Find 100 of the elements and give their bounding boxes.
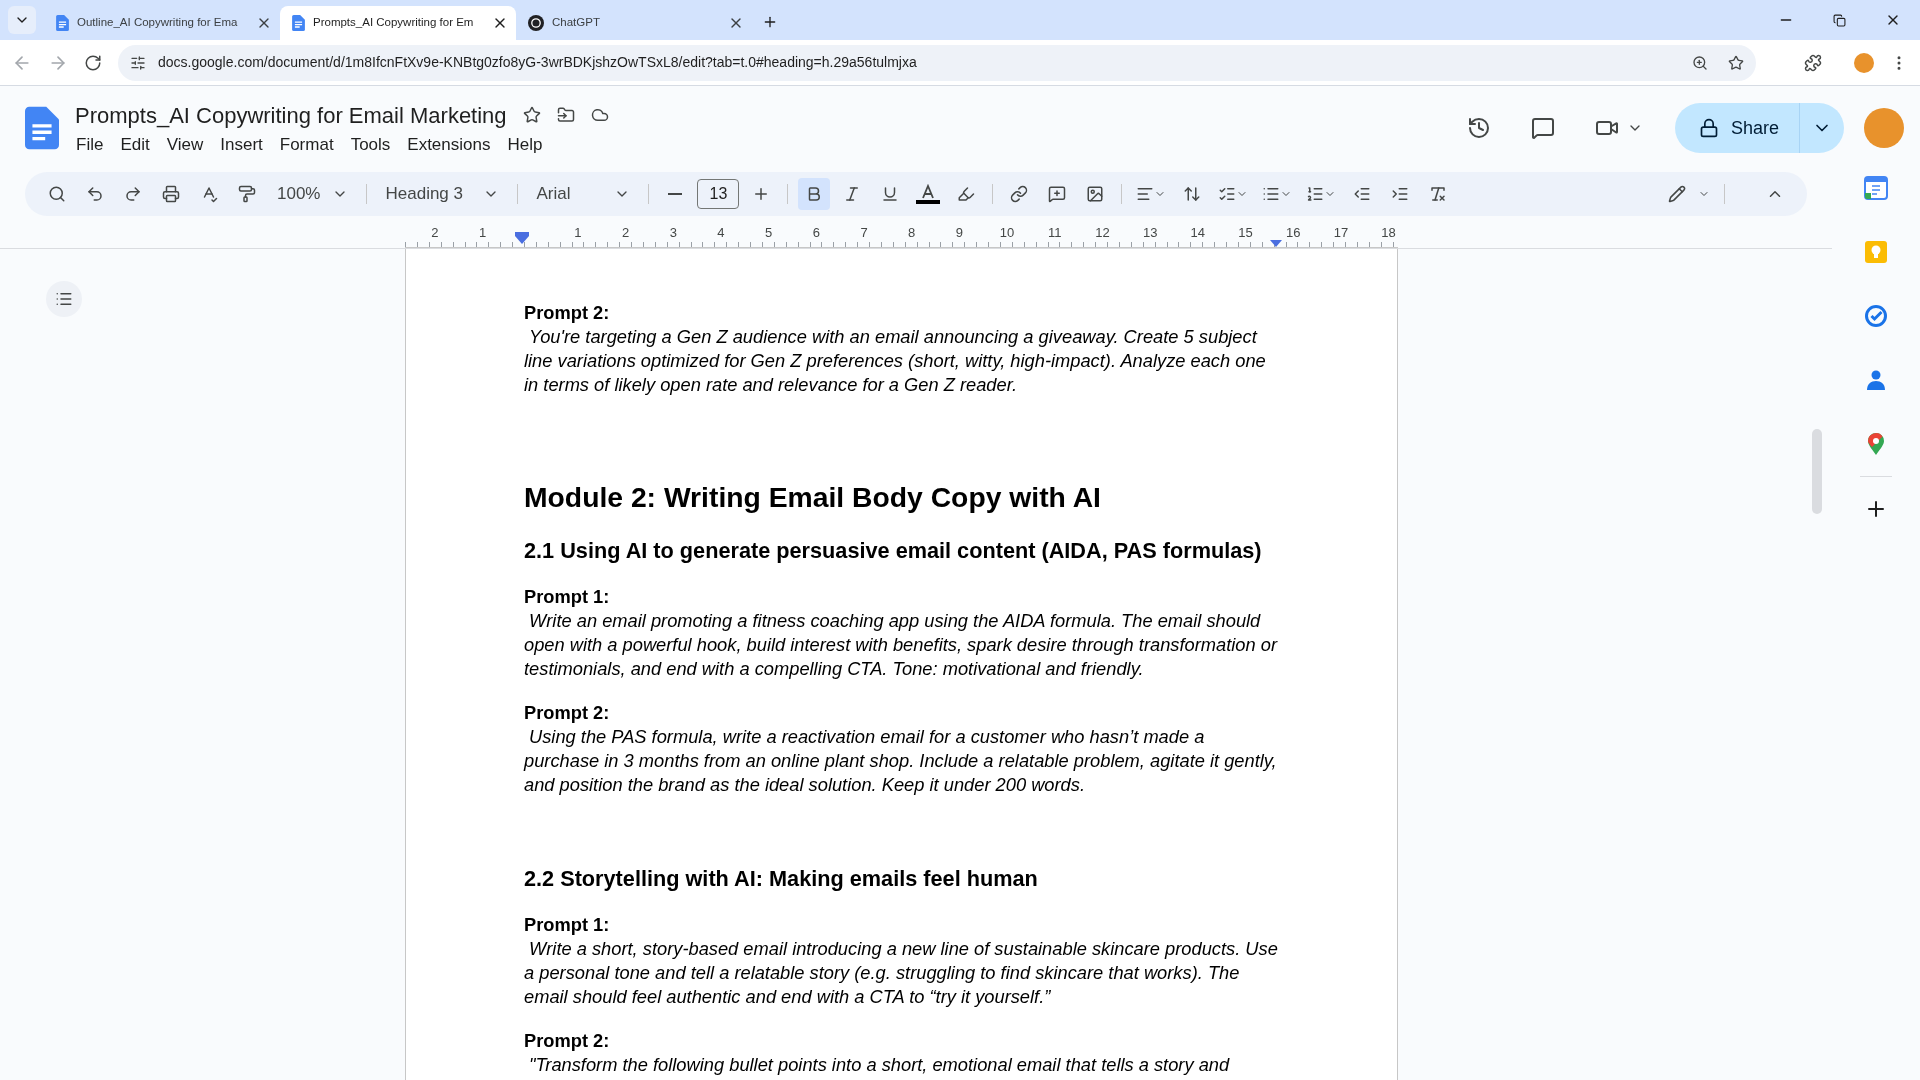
- underline-icon: [881, 185, 900, 203]
- zoom-dropdown[interactable]: 100%: [269, 181, 357, 207]
- add-comment-icon: [1048, 185, 1067, 203]
- bulleted-list-icon: [1262, 185, 1281, 203]
- prompt-label: Prompt 2:: [524, 301, 611, 325]
- section-heading: 2.1 Using AI to generate persuasive email content (AIDA, PAS formulas): [524, 537, 1263, 565]
- ruler-number: 11: [1048, 226, 1062, 239]
- document-icon: [56, 15, 69, 31]
- numbered-list-icon: [1306, 185, 1325, 203]
- prompt-label: Prompt 2:: [524, 1029, 611, 1053]
- indent-marker-icon[interactable]: [515, 232, 529, 244]
- prompt-label: Prompt 1:: [524, 913, 611, 937]
- paint-roller-icon: [238, 185, 256, 203]
- scrollbar-thumb[interactable]: [1812, 429, 1822, 514]
- ruler-number: 6: [812, 226, 820, 239]
- star-icon[interactable]: [522, 106, 541, 125]
- ruler-number: 18: [1381, 226, 1396, 239]
- tab-list-button[interactable]: [8, 6, 36, 34]
- ruler-number: 12: [1095, 226, 1110, 239]
- ruler-number: 16: [1286, 226, 1301, 239]
- menu-item[interactable]: Help: [500, 131, 550, 158]
- ruler-number: 3: [669, 226, 677, 239]
- clear-formatting-icon: [1429, 185, 1448, 203]
- ruler-number: 13: [1142, 226, 1158, 239]
- menu-item[interactable]: Tools: [343, 131, 398, 158]
- menu-item[interactable]: Edit: [113, 131, 157, 158]
- share-button[interactable]: Share: [1674, 103, 1844, 153]
- browser-tab[interactable]: Prompts_AI Copywriting for Em: [280, 6, 516, 40]
- browser-tab[interactable]: Outline_AI Copywriting for Ema: [44, 6, 280, 40]
- move-folder-icon[interactable]: [556, 106, 575, 125]
- prompt-text: Using the PAS formula, write a reactivation email for a customer who hasn’t made a purchase in 3 months from an online plant shop. Include a relatable problem, agitate it gently, and position the brand as the ideal solution. Keep it under 200 words.: [524, 725, 1278, 797]
- printer-icon: [162, 185, 180, 203]
- extensions-icon[interactable]: [1804, 53, 1822, 72]
- reload-icon[interactable]: [84, 53, 102, 72]
- style-dropdown[interactable]: Heading 3: [377, 181, 508, 207]
- ruler-number: 4: [717, 226, 725, 239]
- pencil-icon: [1668, 185, 1686, 203]
- share-label: Share: [1730, 116, 1780, 140]
- text-color-icon: [916, 184, 941, 204]
- tab-title: Outline_AI Copywriting for Ema: [77, 15, 238, 31]
- zoom-icon[interactable]: [1692, 54, 1708, 71]
- undo-icon: [86, 185, 104, 203]
- ruler-number: 10: [999, 226, 1015, 239]
- ruler-number: 1: [478, 226, 487, 239]
- link-icon: [1010, 185, 1029, 203]
- bold-button[interactable]: [798, 178, 831, 210]
- ruler-number: 2: [621, 226, 630, 239]
- prompt-label: Prompt 2:: [524, 701, 611, 725]
- increase-indent-icon: [1391, 185, 1410, 203]
- ruler-number: 8: [908, 226, 916, 239]
- redo-icon: [124, 185, 142, 203]
- bookmark-star-icon[interactable]: [1728, 54, 1744, 71]
- ruler-number: 2: [431, 226, 439, 239]
- comments-icon[interactable]: [1530, 116, 1555, 140]
- person-icon[interactable]: [1864, 368, 1888, 392]
- ruler-number: 7: [860, 226, 868, 239]
- decrease-indent-icon: [1353, 185, 1372, 203]
- ruler-number: 17: [1333, 226, 1349, 239]
- tasks-icon[interactable]: [1864, 304, 1888, 328]
- plus-icon: [762, 14, 778, 30]
- ruler-number: 9: [955, 226, 963, 239]
- highlighter-icon: [957, 185, 976, 203]
- list-icon: [55, 290, 73, 308]
- ruler-number: 5: [765, 226, 773, 239]
- prompt-text: Write an email promoting a fitness coaching app using the AIDA formula. The email should open with a powerful hook, build interest with benefits, spark desire through transformation or testimonials, and end with a compelling CTA. Tone: motivational and friendly.: [524, 609, 1279, 681]
- prompt-text: You're targeting a Gen Z audience with an email announcing a giveaway. Create 5 subject line variations optimized for Gen Z preferences (short, witty, high-impact). Analyze each one in terms of likely open rate and relevance for a Gen Z reader.: [524, 325, 1267, 397]
- checklist-icon: [1218, 185, 1237, 203]
- ruler-number: 15: [1238, 226, 1253, 239]
- prompt-text: "Transform the following bullet points into a short, emotional email that tells a story and: [528, 1053, 1231, 1077]
- minus-icon: [668, 193, 683, 195]
- indent-marker-icon[interactable]: [1270, 240, 1282, 247]
- url-text: docs.google.com/document/d/1m8IfcnFtXv9e-KNBtg0zfo8yG-3wrBDKjshzOwTSxL8/edit?tab=t.0#heading=h.29a56tulmjxa: [158, 53, 918, 72]
- address-bar[interactable]: docs.google.com/document/d/1m8IfcnFtXv9e-KNBtg0zfo8yG-3wrBDKjshzOwTSxL8/edit?tab=t.0#heading=h.29a56tulmjxa: [118, 44, 1756, 81]
- image-icon: [1086, 185, 1105, 203]
- browser-tab[interactable]: ChatGPT: [516, 6, 752, 40]
- font-dropdown[interactable]: Arial: [528, 181, 639, 207]
- menu-item[interactable]: Format: [272, 131, 341, 158]
- site-info-icon[interactable]: [130, 54, 146, 71]
- align-left-icon: [1136, 185, 1155, 203]
- ruler-number: 1: [574, 226, 582, 239]
- menu-item[interactable]: Insert: [213, 131, 270, 158]
- menu-item[interactable]: View: [159, 131, 211, 158]
- calendar-icon[interactable]: [1864, 176, 1888, 200]
- restore-icon[interactable]: [1833, 13, 1846, 27]
- history-icon[interactable]: [1466, 116, 1491, 140]
- document-title[interactable]: Prompts_AI Copywriting for Email Marketing: [75, 98, 507, 132]
- menu-item[interactable]: File: [69, 131, 111, 158]
- prompt-label: Prompt 1:: [524, 585, 611, 609]
- module-heading: Module 2: Writing Email Body Copy with AI: [524, 481, 1102, 513]
- tab-title: ChatGPT: [552, 15, 600, 31]
- menu-item[interactable]: Extensions: [400, 131, 498, 158]
- font-size-field[interactable]: 13: [697, 179, 740, 209]
- search-icon: [48, 185, 66, 203]
- lock-icon: [1698, 118, 1719, 138]
- line-spacing-icon: [1183, 185, 1202, 203]
- document-icon: [292, 15, 305, 31]
- prompt-text: Write a short, story-based email introducing a new line of sustainable skincare products. Use a personal tone and tell a relatable story (e.g. struggling to find skincare that works). The email should feel authentic and end with a CTA to “try it yourself.”: [524, 937, 1279, 1009]
- outline-button[interactable]: [46, 281, 82, 317]
- ruler-number: 14: [1190, 226, 1206, 239]
- section-heading: 2.2 Storytelling with AI: Making emails feel human: [524, 865, 1039, 893]
